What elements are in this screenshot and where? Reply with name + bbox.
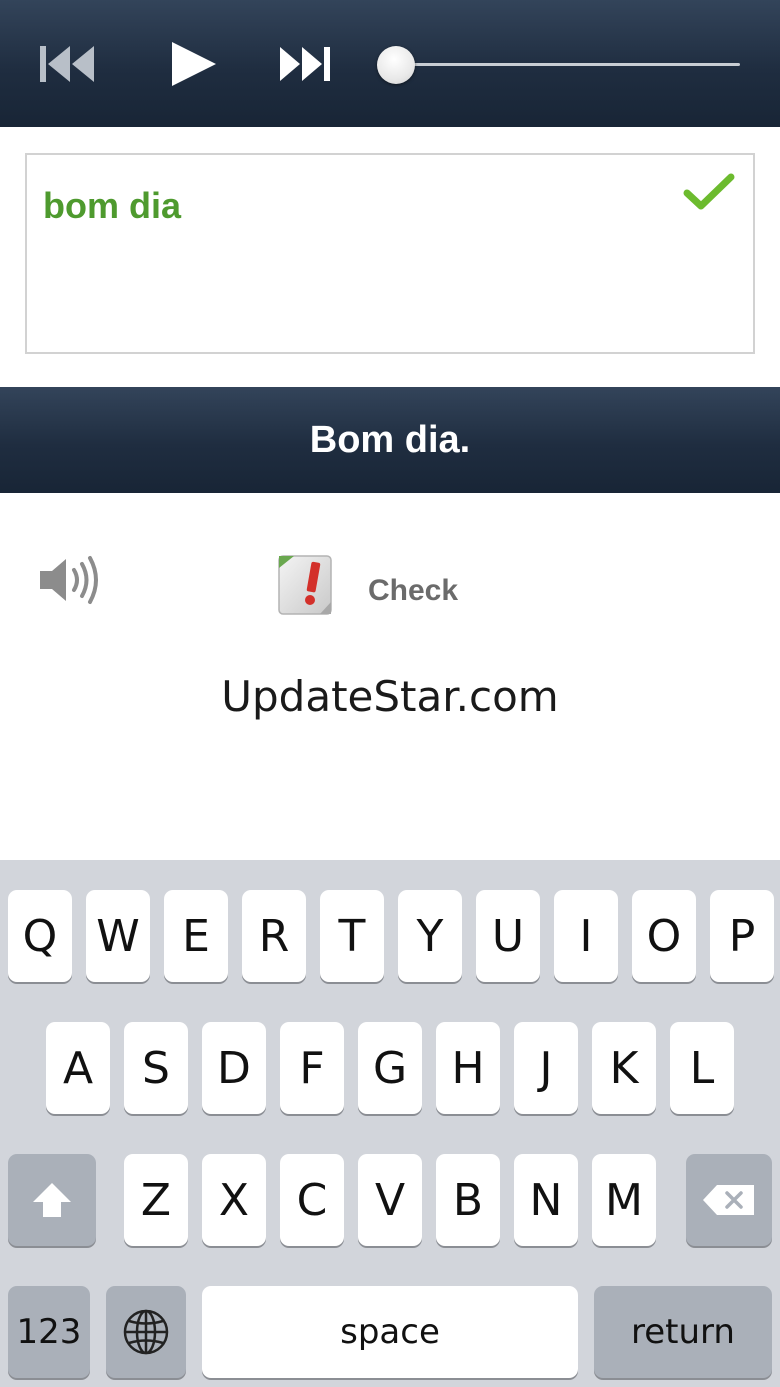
key-w[interactable]: W: [86, 890, 150, 982]
key-v[interactable]: V: [358, 1154, 422, 1246]
checkmark-icon: [683, 173, 735, 210]
shift-icon: [33, 1183, 71, 1217]
key-z[interactable]: Z: [124, 1154, 188, 1246]
skip-back-icon: [40, 46, 94, 82]
answer-field[interactable]: bom dia: [25, 153, 755, 354]
solution-bar: Bom dia.: [0, 387, 780, 493]
key-x[interactable]: X: [202, 1154, 266, 1246]
backspace-key[interactable]: [686, 1154, 772, 1246]
audio-player-bar: [0, 0, 780, 127]
play-icon: [172, 42, 216, 86]
key-a[interactable]: A: [46, 1022, 110, 1114]
key-u[interactable]: U: [476, 890, 540, 982]
screen: bom dia Bom dia. Check UpdateStar.com Q …: [0, 0, 780, 1387]
seek-thumb[interactable]: [377, 46, 416, 84]
key-l[interactable]: L: [670, 1022, 734, 1114]
answer-text: bom dia: [43, 185, 182, 226]
speaker-icon: [40, 556, 98, 604]
check-label: Check: [368, 574, 459, 607]
key-j[interactable]: J: [514, 1022, 578, 1114]
numbers-key[interactable]: 123: [8, 1286, 90, 1378]
backspace-icon: [703, 1185, 754, 1215]
skip-back-button[interactable]: [38, 38, 96, 90]
check-button[interactable]: Check: [276, 550, 458, 618]
globe-icon: [123, 1309, 169, 1355]
key-h[interactable]: H: [436, 1022, 500, 1114]
key-c[interactable]: C: [280, 1154, 344, 1246]
globe-key[interactable]: [106, 1286, 186, 1378]
seek-track[interactable]: [378, 63, 740, 66]
key-e[interactable]: E: [164, 890, 228, 982]
key-g[interactable]: G: [358, 1022, 422, 1114]
key-p[interactable]: P: [710, 890, 774, 982]
key-d[interactable]: D: [202, 1022, 266, 1114]
key-f[interactable]: F: [280, 1022, 344, 1114]
play-button[interactable]: [168, 38, 218, 90]
key-k[interactable]: K: [592, 1022, 656, 1114]
play-audio-button[interactable]: [38, 553, 102, 612]
check-notepad-icon: [278, 555, 332, 615]
onscreen-keyboard: Q W E R T Y U I O P A S D F G H J K L Z …: [0, 860, 780, 1387]
watermark-text: UpdateStar.com: [221, 672, 559, 721]
skip-forward-icon: [280, 47, 330, 81]
shift-key[interactable]: [8, 1154, 96, 1246]
space-key[interactable]: space: [202, 1286, 578, 1378]
key-i[interactable]: I: [554, 890, 618, 982]
solution-text: Bom dia.: [309, 418, 471, 461]
key-q[interactable]: Q: [8, 890, 72, 982]
key-m[interactable]: M: [592, 1154, 656, 1246]
key-t[interactable]: T: [320, 890, 384, 982]
return-key[interactable]: return: [594, 1286, 772, 1378]
key-b[interactable]: B: [436, 1154, 500, 1246]
skip-forward-button[interactable]: [278, 38, 332, 90]
key-r[interactable]: R: [242, 890, 306, 982]
key-o[interactable]: O: [632, 890, 696, 982]
key-s[interactable]: S: [124, 1022, 188, 1114]
key-n[interactable]: N: [514, 1154, 578, 1246]
key-y[interactable]: Y: [398, 890, 462, 982]
